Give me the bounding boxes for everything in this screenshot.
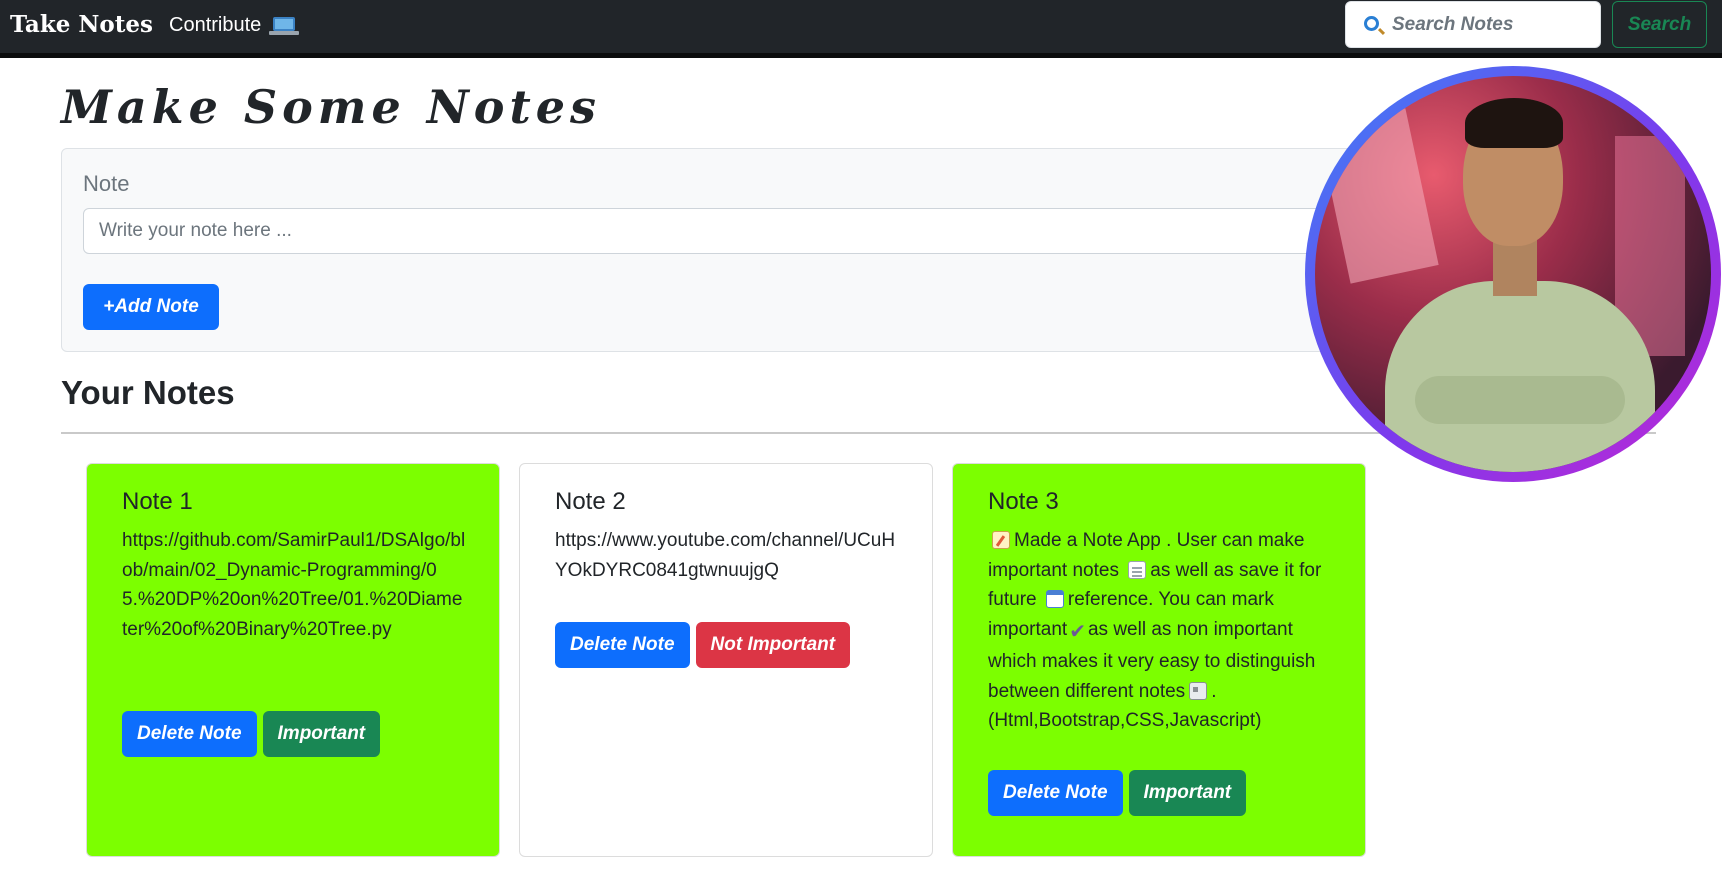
- note-actions: Delete Note Important: [988, 770, 1247, 816]
- delete-note-button[interactable]: Delete Note: [122, 711, 257, 757]
- avatar-ring: [1305, 66, 1721, 482]
- search-icon: [1364, 16, 1379, 31]
- search-input[interactable]: [1392, 12, 1592, 38]
- not-important-button[interactable]: Not Important: [695, 622, 851, 668]
- newspaper-icon: [1189, 681, 1208, 700]
- note-label: Note: [83, 171, 130, 196]
- note-card-2: Note 2 https://www.youtube.com/channel/U…: [519, 463, 933, 857]
- page-title: Make Some Notes: [61, 80, 601, 134]
- note-card-3: Note 3 Made a Note App . User can make i…: [952, 463, 1366, 857]
- search-button[interactable]: Search: [1612, 1, 1707, 48]
- contribute-link[interactable]: Contribute: [169, 14, 299, 37]
- page-icon: [1128, 560, 1147, 579]
- note-form-card: Note +Add Note: [61, 148, 1511, 352]
- search-box[interactable]: [1345, 1, 1601, 48]
- note-text: https://github.com/SamirPaul1/DSAlgo/blo…: [122, 530, 466, 640]
- brand-logo[interactable]: Take Notes: [10, 11, 153, 38]
- avatar-hair: [1465, 98, 1563, 148]
- important-button[interactable]: Important: [262, 711, 381, 757]
- note-title: Note 2: [555, 488, 626, 515]
- memo-icon: [992, 531, 1010, 549]
- contribute-label: Contribute: [169, 14, 262, 36]
- note-input[interactable]: [83, 208, 1383, 254]
- add-note-button[interactable]: +Add Note: [83, 284, 219, 330]
- important-button[interactable]: Important: [1128, 770, 1247, 816]
- your-notes-heading: Your Notes: [61, 374, 235, 411]
- calendar-icon: [1045, 590, 1064, 608]
- laptop-icon: [268, 16, 299, 35]
- note-card-1: Note 1 https://github.com/SamirPaul1/DSA…: [86, 463, 500, 857]
- note-text: Made a Note App . User can make importan…: [988, 526, 1333, 736]
- navbar: Take Notes Contribute Search: [0, 0, 1722, 58]
- avatar: [1315, 76, 1711, 472]
- delete-note-button[interactable]: Delete Note: [988, 770, 1123, 816]
- note-text: https://www.youtube.com/channel/UCuHYOkD…: [555, 530, 896, 581]
- avatar-arms: [1415, 376, 1625, 424]
- note-title: Note 3: [988, 488, 1059, 515]
- note-title: Note 1: [122, 488, 193, 515]
- delete-note-button[interactable]: Delete Note: [555, 622, 690, 668]
- background-light: [1317, 108, 1439, 284]
- note-actions: Delete Note Not Important: [555, 622, 851, 668]
- note-actions: Delete Note Important: [122, 711, 381, 757]
- check-icon: ✔: [1069, 620, 1086, 643]
